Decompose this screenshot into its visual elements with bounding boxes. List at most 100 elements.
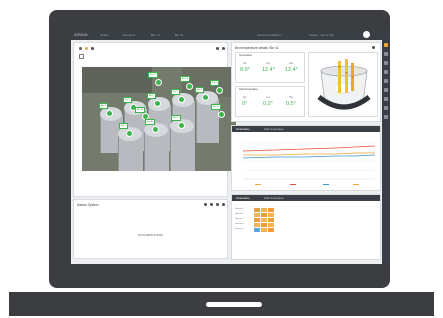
bin-marker[interactable] (152, 126, 159, 133)
alarms-title: Alarms System (77, 203, 99, 207)
bell-icon[interactable] (210, 203, 213, 206)
platform-selector[interactable]: Aiscience platform (257, 33, 282, 37)
bin-tag: Bin 8 (195, 87, 204, 93)
breadcrumb-item[interactable]: Sealer (100, 33, 109, 37)
layer-icon[interactable] (85, 47, 88, 50)
min-temperature: 8.9° (240, 67, 250, 73)
chart-icon[interactable] (384, 61, 388, 65)
menu-icon[interactable] (79, 47, 82, 50)
table-row-label: Sensor 1 (235, 208, 244, 210)
bin-marker[interactable] (218, 111, 225, 118)
bin-tag: Bin 13 (211, 104, 221, 110)
expand-icon[interactable] (372, 46, 375, 49)
table-row-label: Sensor 2 (235, 213, 244, 215)
alarm-icon[interactable] (384, 70, 388, 74)
bin-tag: Bin 10 (145, 119, 155, 125)
min-label: Min (243, 97, 247, 99)
bin-marker[interactable] (186, 83, 193, 90)
close-icon[interactable] (222, 203, 225, 206)
heat-cell[interactable] (254, 208, 260, 212)
breadcrumb-item[interactable]: Bin 41 (175, 33, 184, 37)
info-icon[interactable] (384, 115, 388, 119)
bin-marker[interactable] (154, 100, 161, 107)
tab-delta-temperature[interactable]: Delta Temperature (264, 197, 284, 200)
heat-cell[interactable] (268, 218, 274, 222)
heat-cell[interactable] (261, 223, 267, 227)
dashboard-icon[interactable] (384, 43, 388, 47)
fullscreen-icon[interactable] (222, 47, 225, 50)
max-temperature: 12.4° (285, 67, 298, 73)
bin-tag: Bin 1.1 (148, 72, 159, 78)
avg-label: Avg (266, 63, 270, 65)
bin-tag: Bin 11 (171, 115, 181, 121)
edit-icon[interactable] (216, 47, 219, 50)
delta-temperature-box: Delta Temperature Min Avg Max 0° 0.2° 0.… (235, 86, 305, 117)
bin-marker[interactable] (106, 110, 113, 117)
bin-3d-graphic (317, 59, 371, 110)
top-bar: iGRAIN Sealer Elevators Bin 1.1 Bin 41 A… (71, 29, 390, 40)
bin-tag: Bin 6 (147, 93, 156, 99)
table-row-label: Sensor 4 (235, 223, 244, 225)
min-label: Min (243, 63, 247, 65)
bin-detail-panel: Bin temperature details: Bin 41 Temperat… (231, 42, 381, 122)
site-selector[interactable]: Sealer - Sec 2 Car (309, 33, 334, 37)
filter-icon[interactable] (79, 54, 84, 59)
table-row-label: Sensor 3 (235, 218, 244, 220)
heat-cell[interactable] (261, 218, 267, 222)
bin-tag: Bin 9 (119, 123, 128, 129)
heat-cell[interactable] (254, 218, 260, 222)
empty-alarms-message: NO ALARMS FOUND (137, 234, 164, 237)
heat-cell[interactable] (254, 213, 260, 217)
bin-marker[interactable] (155, 79, 162, 86)
bin-3d-view[interactable] (308, 52, 378, 117)
table-tabs: Temperature Delta Temperature (232, 195, 380, 201)
bin-marker[interactable] (178, 122, 185, 129)
bin-marker[interactable] (178, 96, 185, 103)
breadcrumb-item[interactable]: Elevators (123, 33, 136, 37)
bin-tag: Bin 12 (135, 107, 145, 113)
heat-cell[interactable] (254, 223, 260, 227)
heat-cell[interactable] (261, 228, 267, 232)
heat-cell[interactable] (268, 208, 274, 212)
tab-temperature[interactable]: Temperature (236, 197, 249, 200)
avatar[interactable] (363, 31, 370, 38)
tab-delta-temperature[interactable]: Delta Temperature (264, 128, 284, 131)
max-label: Max (289, 63, 294, 65)
bin-marker[interactable] (202, 94, 209, 101)
avg-temperature: 12.4° (262, 67, 275, 73)
app-logo[interactable]: iGRAIN (74, 32, 88, 37)
help-icon[interactable] (384, 106, 388, 110)
table-row-label: Sensor 5 (235, 228, 244, 230)
bin-icon[interactable] (384, 52, 388, 56)
temperature-trend-panel: Temperature Delta Temperature (231, 125, 381, 191)
grid-icon[interactable] (91, 47, 94, 50)
user-icon[interactable] (384, 97, 388, 101)
settings-icon[interactable] (384, 88, 388, 92)
right-icon-rail (382, 40, 390, 264)
bin-marker[interactable] (126, 130, 133, 137)
max-delta: 0.5° (286, 101, 296, 107)
heat-cell[interactable] (268, 228, 274, 232)
heat-cell[interactable] (261, 213, 267, 217)
avg-label: Avg (266, 97, 270, 99)
heat-cell[interactable] (261, 208, 267, 212)
bin-tag: Bin 4 (99, 103, 108, 109)
bin-tag: Bin 7 (171, 89, 180, 95)
heat-cell[interactable] (268, 213, 274, 217)
sensor-table-panel: Temperature Delta Temperature Sensor 1 S… (231, 194, 381, 260)
bin-marker[interactable] (216, 87, 223, 94)
delta-box-title: Delta Temperature (239, 89, 258, 91)
min-delta: 0° (242, 101, 248, 107)
heat-cell[interactable] (254, 228, 260, 232)
mute-icon[interactable] (204, 203, 207, 206)
settings-icon[interactable] (216, 203, 219, 206)
aerial-site-photo: Bin 1.1 Bin 2.1 Bin 3 Bin 4 Bin 5 Bin 6 … (82, 67, 236, 171)
tab-temperature[interactable]: Temperature (236, 128, 249, 131)
heat-cell[interactable] (268, 223, 274, 227)
avg-delta: 0.2° (263, 101, 273, 107)
breadcrumb-item[interactable]: Bin 1.1 (151, 33, 160, 37)
report-icon[interactable] (384, 79, 388, 83)
temperature-box-title: Temperature (239, 55, 252, 57)
bin-tag: Bin 2.1 (180, 76, 191, 82)
bin-tag: Bin 3 (210, 80, 219, 86)
